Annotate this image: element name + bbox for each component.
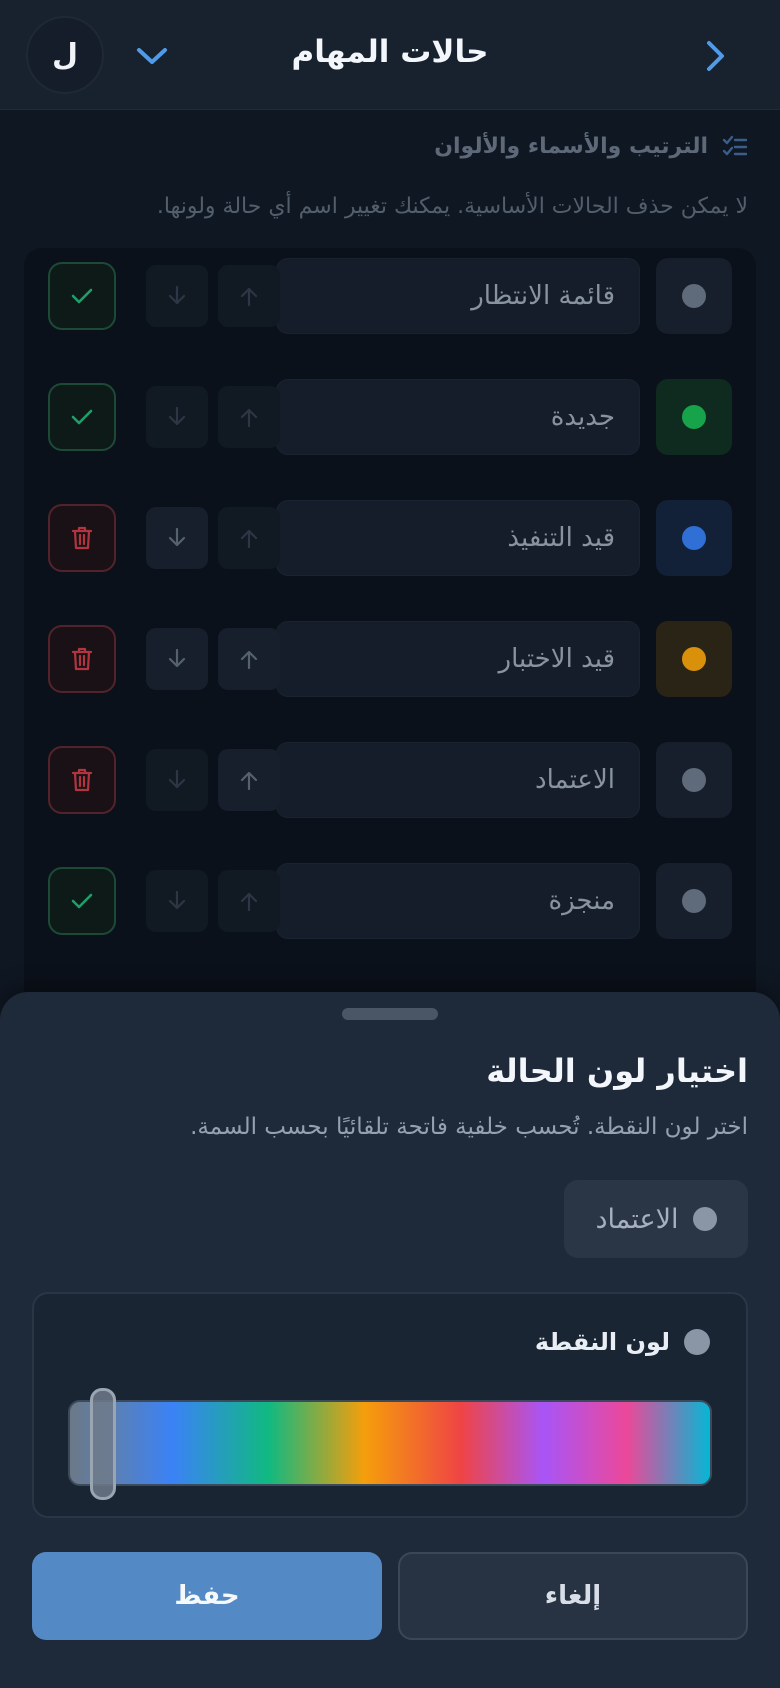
arrow-up-icon [240, 650, 258, 670]
status-dot [682, 889, 706, 913]
section-header: الترتيب والأسماء والألوان [434, 134, 748, 159]
status-color-button[interactable] [656, 500, 732, 576]
delete-button[interactable] [48, 504, 116, 572]
status-color-button[interactable] [656, 258, 732, 334]
move-up-button[interactable] [218, 507, 280, 569]
status-list: قائمة الانتظار جديدة قيد التنفيذ قيد الاختب… [24, 248, 756, 1008]
dropdown-toggle[interactable] [130, 36, 174, 76]
selected-color-dot [684, 1329, 710, 1355]
status-row: منجزة [24, 859, 756, 939]
status-dot [682, 768, 706, 792]
status-color-button[interactable] [656, 863, 732, 939]
picker-label: لون النقطة [534, 1328, 670, 1356]
preview-dot [692, 1207, 717, 1231]
delete-button[interactable] [48, 746, 116, 814]
save-button[interactable]: حفظ [32, 1552, 382, 1640]
arrow-down-icon [168, 890, 186, 910]
delete-button[interactable] [48, 625, 116, 693]
status-dot [682, 284, 706, 308]
confirm-button[interactable] [48, 383, 116, 451]
move-down-button[interactable] [146, 870, 208, 932]
status-name-input[interactable]: قائمة الانتظار [276, 258, 640, 334]
status-name-input[interactable]: قيد الاختبار [276, 621, 640, 697]
arrow-up-icon [240, 771, 258, 791]
sheet-subtitle: اختر لون النقطة. تُحسب خلفية فاتحة تلقائ… [190, 1114, 748, 1140]
color-picker-sheet: اختيار لون الحالة اختر لون النقطة. تُحسب… [0, 992, 780, 1688]
check-icon [71, 893, 93, 909]
page-title: حالات المهام [291, 34, 489, 70]
trash-icon [71, 647, 93, 671]
section-title: الترتيب والأسماء والألوان [434, 134, 708, 159]
status-dot [682, 526, 706, 550]
check-icon [71, 288, 93, 304]
status-row: قيد التنفيذ [24, 496, 756, 576]
preview-label: الاعتماد [595, 1203, 679, 1235]
status-name-input[interactable]: الاعتماد [276, 742, 640, 818]
picker-label-row: لون النقطة [535, 1328, 710, 1356]
confirm-button[interactable] [48, 867, 116, 935]
arrow-up-icon [240, 408, 258, 428]
hue-slider-thumb[interactable] [90, 1388, 117, 1500]
move-down-button[interactable] [146, 628, 208, 690]
status-color-button[interactable] [656, 742, 732, 818]
move-up-button[interactable] [218, 628, 280, 690]
arrow-up-icon [240, 529, 258, 549]
status-dot [682, 405, 706, 429]
move-up-button[interactable] [218, 870, 280, 932]
move-up-button[interactable] [218, 749, 280, 811]
confirm-button[interactable] [48, 262, 116, 330]
chevron-down-icon [137, 48, 167, 64]
status-row: جديدة [24, 375, 756, 455]
move-up-button[interactable] [218, 386, 280, 448]
status-dot [682, 647, 706, 671]
sheet-title: اختيار لون الحالة [486, 1052, 748, 1090]
avatar[interactable]: ل [26, 16, 104, 94]
check-icon [71, 409, 93, 425]
move-down-button[interactable] [146, 265, 208, 327]
arrow-down-icon [168, 285, 186, 305]
move-down-button[interactable] [146, 386, 208, 448]
list-check-icon [722, 135, 748, 155]
status-name-input[interactable]: منجزة [276, 863, 640, 939]
status-name-input[interactable]: قيد التنفيذ [276, 500, 640, 576]
move-up-button[interactable] [218, 265, 280, 327]
cancel-button[interactable]: إلغاء [398, 1552, 748, 1640]
sheet-grabber[interactable] [342, 1008, 438, 1020]
arrow-down-icon [168, 527, 186, 547]
app-header: حالات المهام ل [0, 0, 780, 110]
dot-color-picker: لون النقطة [32, 1292, 748, 1518]
status-row: الاعتماد [24, 738, 756, 818]
status-color-button[interactable] [656, 379, 732, 455]
arrow-down-icon [168, 648, 186, 668]
section-note: لا يمكن حذف الحالات الأساسية. يمكنك تغيي… [156, 194, 748, 219]
status-name-input[interactable]: جديدة [276, 379, 640, 455]
arrow-up-icon [240, 892, 258, 912]
trash-icon [71, 526, 93, 550]
status-preview-chip: الاعتماد [564, 1180, 748, 1258]
move-down-button[interactable] [146, 749, 208, 811]
arrow-up-icon [240, 287, 258, 307]
move-down-button[interactable] [146, 507, 208, 569]
status-row: قيد الاختبار [24, 617, 756, 697]
status-row: قائمة الانتظار [24, 254, 756, 334]
trash-icon [71, 768, 93, 792]
arrow-down-icon [168, 406, 186, 426]
arrow-down-icon [168, 769, 186, 789]
hue-slider[interactable] [68, 1388, 712, 1500]
status-color-button[interactable] [656, 621, 732, 697]
